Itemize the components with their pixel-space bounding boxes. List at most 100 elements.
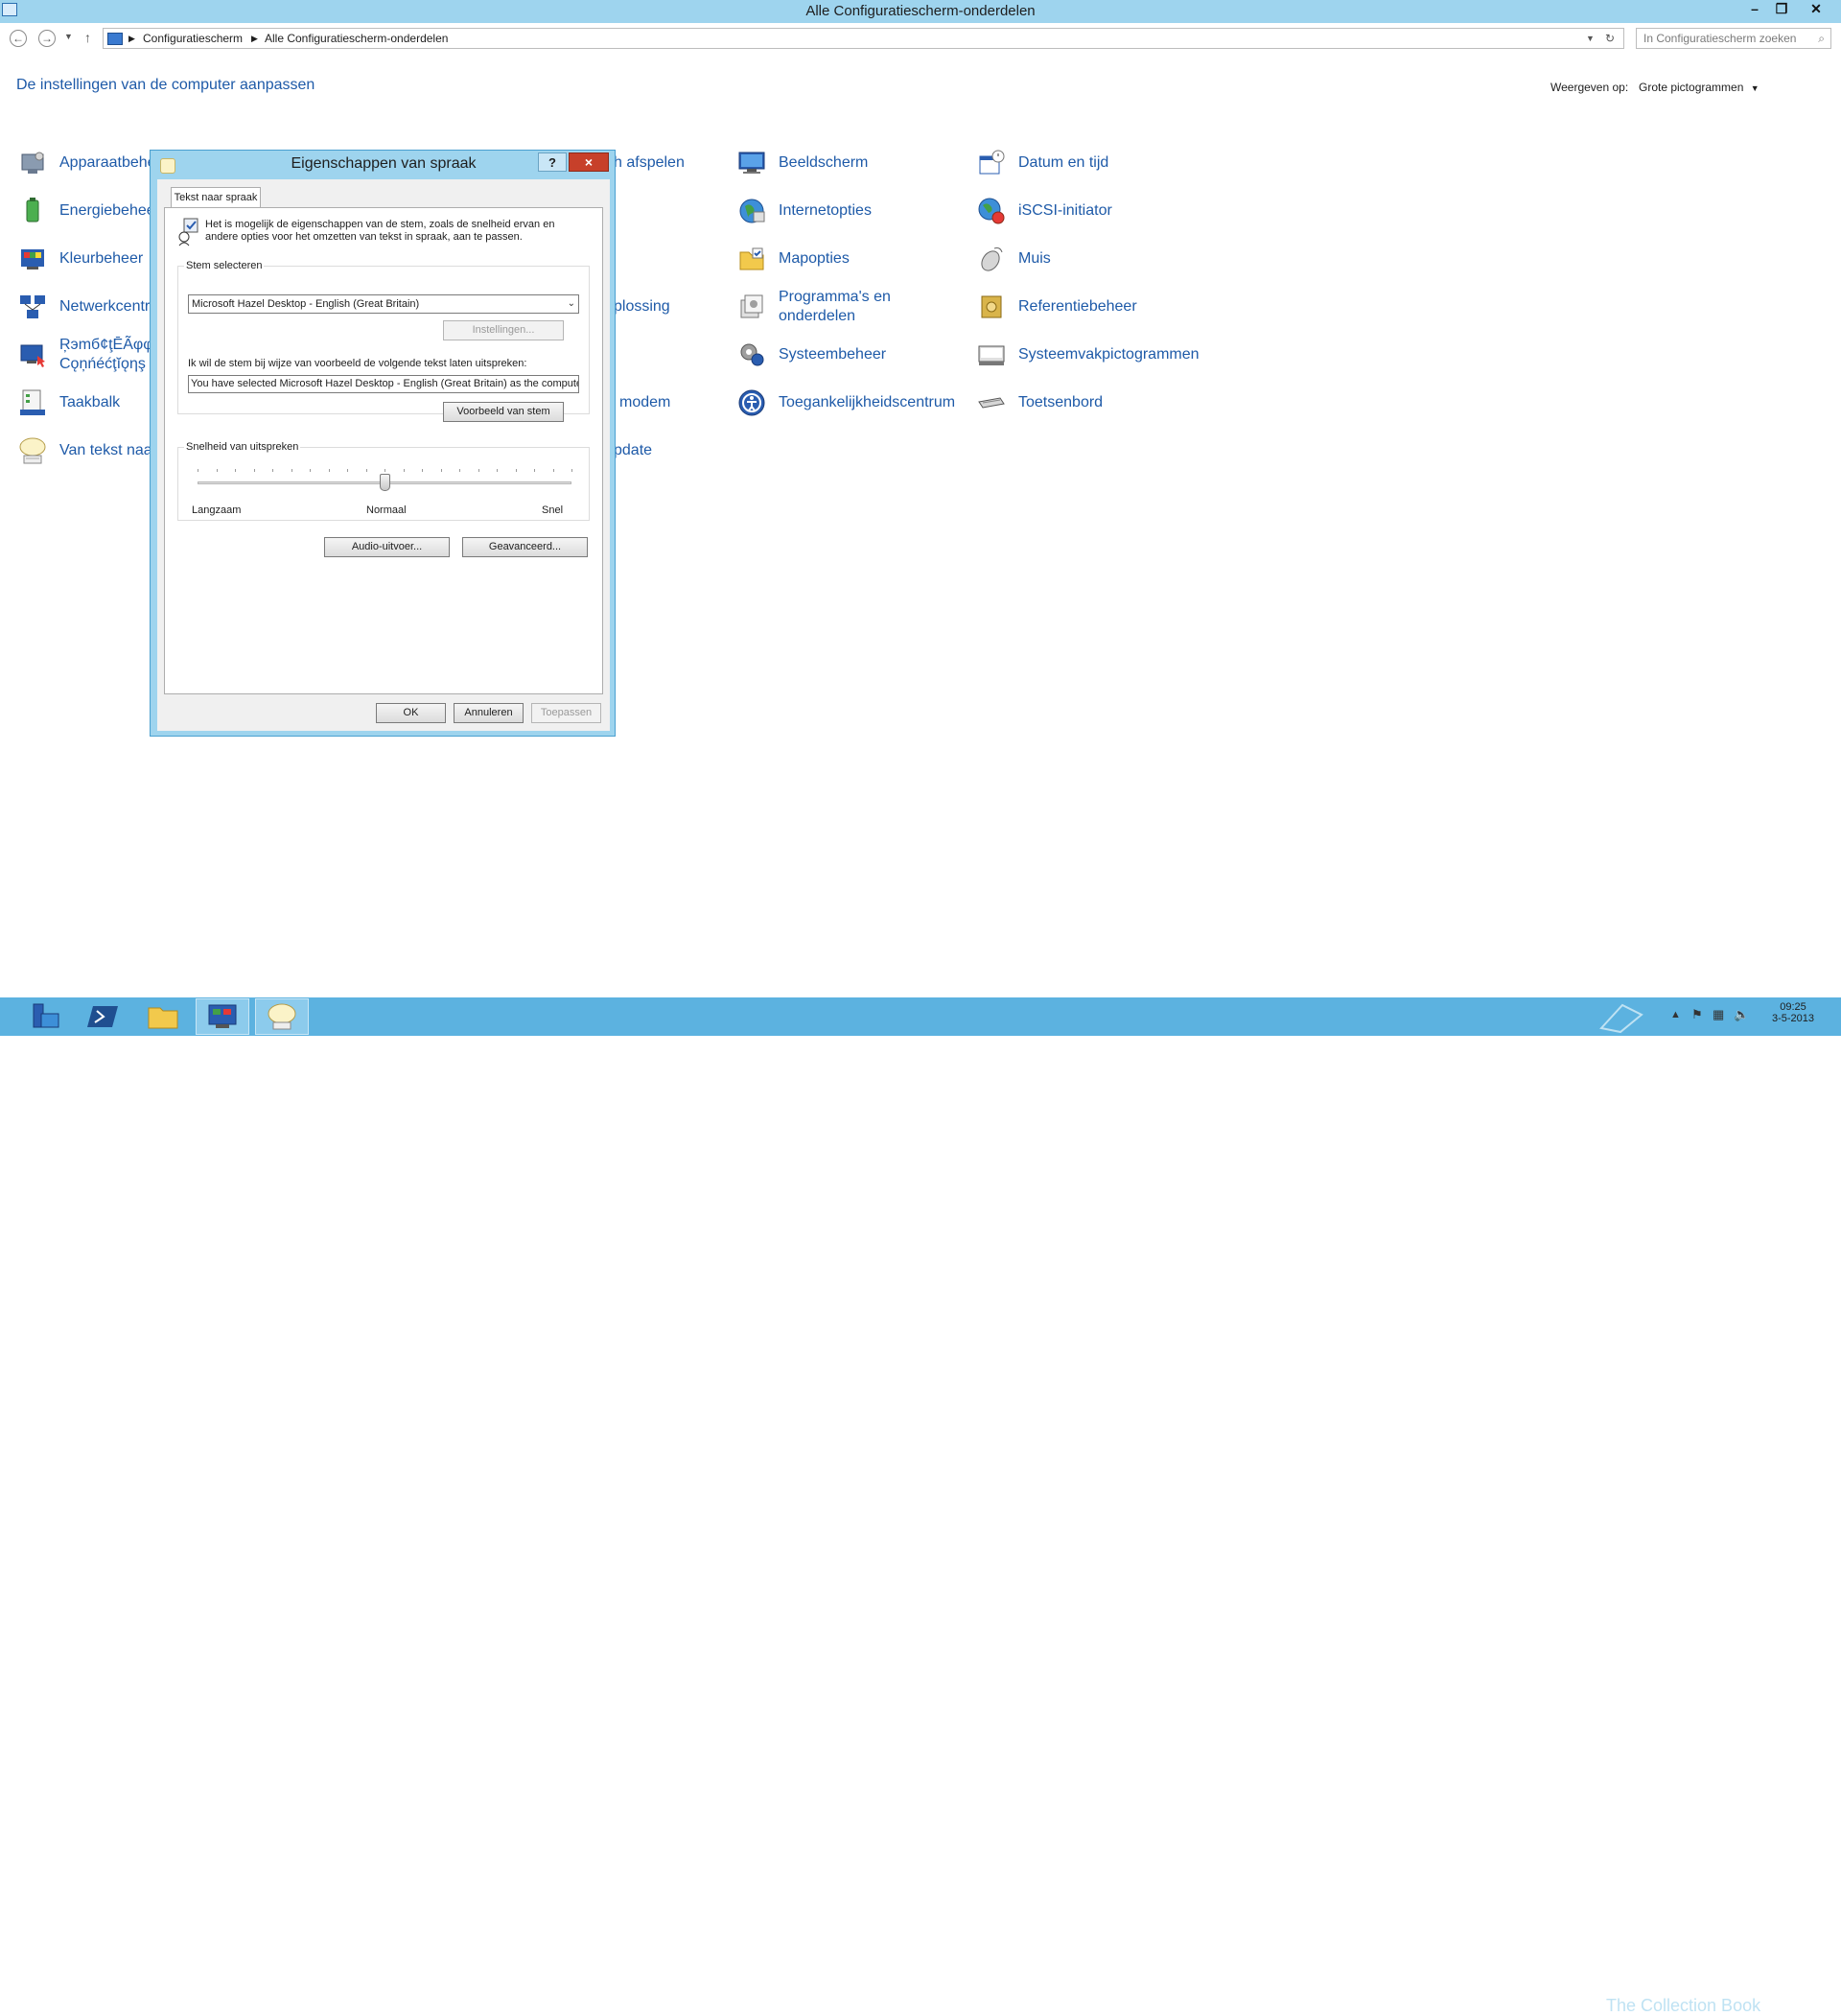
item-folder-options[interactable]: Mapopties — [736, 244, 850, 274]
chevron-down-icon: ▼ — [1750, 83, 1759, 93]
voice-select[interactable]: Microsoft Hazel Desktop - English (Great… — [188, 294, 579, 314]
iscsi-icon — [976, 196, 1007, 226]
watermark-label: The Collection Book — [1606, 1996, 1761, 2015]
cancel-button[interactable]: Annuleren — [454, 703, 524, 723]
chevron-down-icon[interactable]: ▼ — [64, 32, 73, 41]
breadcrumb-separator-icon: ▶ — [128, 34, 135, 43]
breadcrumb-control-panel[interactable]: Configuratiescherm — [143, 29, 243, 48]
slider-tick — [329, 469, 330, 472]
item-label: Mapopties — [779, 250, 850, 267]
item-troubleshooting[interactable]: plossing — [614, 297, 670, 316]
item-notification-area-icons[interactable]: Systeemvakpictogrammen — [976, 340, 1200, 370]
address-dropdown-icon[interactable]: ▼ — [1586, 29, 1595, 48]
volume-icon[interactable]: 🔈 — [1734, 1007, 1749, 1022]
control-panel-icon[interactable] — [196, 998, 249, 1035]
item-keyboard[interactable]: Toetsenbord — [976, 387, 1103, 418]
item-iscsi-initiator[interactable]: iSCSI-initiator — [976, 196, 1112, 226]
refresh-icon[interactable]: ↻ — [1605, 29, 1615, 48]
slider-tick — [366, 469, 367, 472]
preview-text-input[interactable]: You have selected Microsoft Hazel Deskto… — [188, 375, 579, 393]
control-panel-icon — [107, 33, 123, 45]
item-label: plossing — [614, 298, 670, 315]
item-date-time[interactable]: Datum en tijd — [976, 148, 1108, 178]
item-phone-modem[interactable]: modem — [619, 393, 670, 412]
slider-tick — [404, 469, 405, 472]
item-label: Systeemvakpictogrammen — [1018, 346, 1200, 363]
dialog-close-button[interactable]: × — [569, 152, 609, 172]
speed-fast-label: Snel — [542, 504, 564, 516]
item-power-options[interactable]: Energiebehee — [17, 196, 155, 226]
item-display[interactable]: Beeldscherm — [736, 148, 868, 178]
intro-text: Het is mogelijk de eigenschappen van de … — [205, 219, 555, 243]
slider-tick — [235, 469, 236, 472]
speech-icon[interactable] — [255, 998, 309, 1035]
item-label: Referentiebeheer — [1018, 298, 1137, 315]
book-watermark-icon — [1599, 1003, 1643, 1034]
slider-tick — [217, 469, 218, 472]
item-text-to-speech[interactable]: Van tekst naa — [17, 435, 152, 466]
speed-normal-label: Normaal — [366, 504, 407, 516]
voice-select-value: Microsoft Hazel Desktop - English (Great… — [192, 298, 420, 310]
clock[interactable]: 09:25 3-5-2013 — [1772, 1001, 1814, 1024]
mouse-icon — [976, 244, 1007, 274]
search-icon[interactable]: ⌕ — [1818, 29, 1825, 48]
back-arrow-icon[interactable]: ← — [10, 30, 27, 47]
server-manager-icon[interactable] — [17, 998, 71, 1035]
item-mouse[interactable]: Muis — [976, 244, 1051, 274]
item-autoplay[interactable]: h afspelen — [614, 153, 685, 173]
tab-text-to-speech[interactable]: Tekst naar spraak — [171, 187, 261, 208]
view-by-dropdown[interactable]: Grote pictogrammen ▼ — [1639, 81, 1759, 94]
slider-tick — [497, 469, 498, 472]
view-by-label: Weergeven op: — [1550, 81, 1629, 94]
search-input[interactable]: In Configuratiescherm zoeken ⌕ — [1636, 28, 1831, 49]
advanced-button[interactable]: Geavanceerd... — [462, 537, 588, 557]
item-remoteapp[interactable]: Ŗэmб¢ţĒÃφφ ó Cǫņńéćţĭǫηş — [17, 336, 166, 374]
address-bar[interactable]: ▶ Configuratiescherm ▶ Alle Configuratie… — [103, 28, 1624, 49]
breadcrumb-all-items[interactable]: Alle Configuratiescherm-onderdelen — [265, 29, 448, 48]
minimize-button[interactable]: – — [1741, 0, 1768, 19]
flag-icon[interactable]: ⚑ — [1691, 1007, 1703, 1022]
item-taskbar[interactable]: Taakbalk — [17, 387, 120, 418]
item-label-line2: onderdelen — [779, 308, 856, 324]
preview-voice-button[interactable]: Voorbeeld van stem — [443, 402, 564, 422]
restore-button[interactable]: ❐ — [1768, 0, 1795, 19]
item-programs-features[interactable]: Programma's en onderdelen — [736, 288, 891, 326]
item-device-manager[interactable]: Apparaatbehe — [17, 148, 156, 178]
help-button[interactable]: ? — [538, 152, 567, 172]
view-by-value: Grote pictogrammen — [1639, 81, 1744, 94]
close-button[interactable]: ✕ — [1803, 0, 1829, 19]
battery-icon — [17, 196, 48, 226]
item-label: Toetsenbord — [1018, 394, 1104, 410]
window-titlebar: Alle Configuratiescherm-onderdelen – ❐ ✕ — [0, 0, 1841, 23]
show-hidden-icons-icon[interactable]: ▲ — [1670, 1009, 1681, 1020]
speech-icon — [17, 435, 48, 466]
forward-arrow-icon[interactable]: → — [38, 30, 56, 47]
speed-slider-thumb[interactable] — [380, 474, 390, 491]
ok-button[interactable]: OK — [376, 703, 446, 723]
slider-tick — [272, 469, 273, 472]
item-label: Van tekst naa — [59, 442, 152, 458]
voice-settings-button[interactable]: Instellingen... — [443, 320, 564, 340]
up-arrow-icon[interactable]: ↑ — [84, 30, 91, 45]
item-internet-options[interactable]: Internetopties — [736, 196, 872, 226]
slider-tick — [441, 469, 442, 472]
globe-icon — [736, 196, 767, 226]
item-ease-of-access[interactable]: Toegankelijkheidscentrum — [736, 387, 955, 418]
speed-group-caption: Snelheid van uitspreken — [184, 441, 301, 453]
item-network-center[interactable]: Netwerkcentr — [17, 292, 150, 322]
audio-output-button[interactable]: Audio-uitvoer... — [324, 537, 450, 557]
powershell-icon[interactable] — [77, 998, 130, 1035]
item-color-management[interactable]: Kleurbeheer — [17, 244, 143, 274]
slider-tick — [571, 469, 572, 472]
item-windows-update[interactable]: pdate — [614, 441, 652, 460]
item-credential-manager[interactable]: Referentiebeheer — [976, 292, 1137, 322]
item-label: Programma's en onderdelen — [779, 288, 891, 326]
file-explorer-icon[interactable] — [136, 998, 190, 1035]
window-title: Alle Configuratiescherm-onderdelen — [805, 3, 1036, 19]
network-icon[interactable]: ▦ — [1713, 1007, 1724, 1022]
navigation-bar: ← → ▼ ↑ ▶ Configuratiescherm ▶ Alle Conf… — [0, 23, 1841, 56]
item-label: Systeembeheer — [779, 346, 887, 363]
item-label: Taakbalk — [59, 394, 121, 410]
apply-button[interactable]: Toepassen — [531, 703, 601, 723]
item-administrative-tools[interactable]: Systeembeheer — [736, 340, 886, 370]
